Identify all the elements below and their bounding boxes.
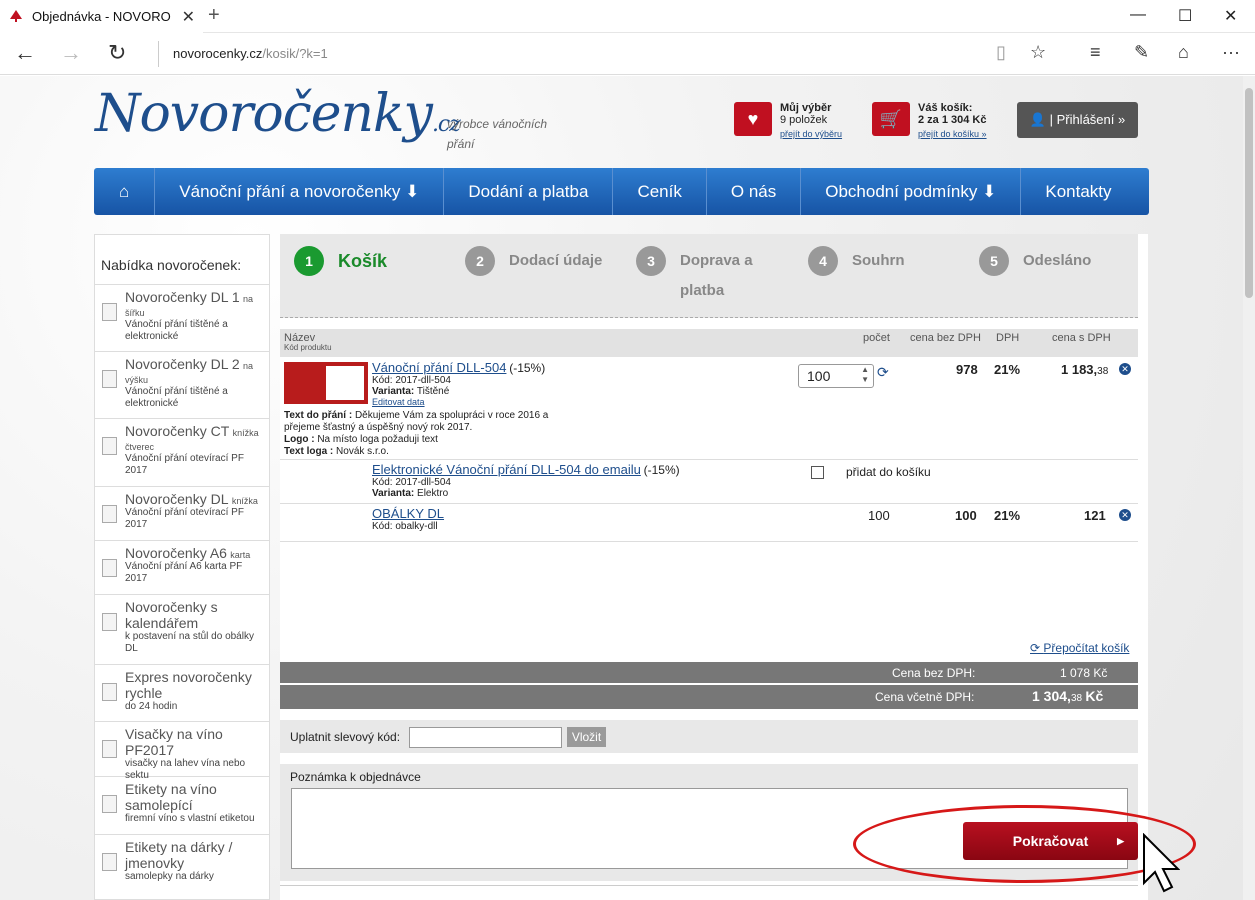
sidebar-item[interactable]: Visačky na víno PF2017 visačky na lahev v… [95,722,269,781]
table-header: Název Kód produktu počet cena bez DPH DP… [280,329,1138,357]
forward-icon[interactable]: → [60,42,82,64]
product-thumb-icon [102,437,117,455]
total-gross-row: Cena včetně DPH: 1 304,38 Kč [280,685,1138,709]
menu-item-delivery[interactable]: Dodání a platba [444,168,614,215]
total-net-row: Cena bez DPH: 1 078 Kč [280,662,1138,683]
menu-item-contacts[interactable]: Kontakty [1021,168,1135,215]
table-row: Vánoční přání DLL-504 (-15%) Kód: 2017-d… [280,358,1138,460]
step-shipping-payment[interactable]: 3 Doprava a platba [636,246,770,306]
cart-main: 1 Košík 2 Dodací údaje 3 Doprava a platba 4… [280,234,1148,900]
tree-favicon-icon [10,9,22,24]
sidebar-item[interactable]: Novoročenky s kalendářem k postavení na s… [95,595,269,665]
menu-item-terms[interactable]: Obchodní podmínky ⬇ [801,168,1022,215]
more-icon[interactable]: ··· [1222,42,1240,63]
reading-view-icon[interactable]: ▯ [996,42,1006,63]
home-icon[interactable]: ⌂ [94,168,156,215]
product-link[interactable]: Vánoční přání DLL-504 [372,360,506,375]
refresh-icon[interactable]: ↻ [108,42,126,64]
maximize-icon[interactable]: ☐ [1178,6,1192,26]
coupon-section: Uplatnit slevový kód: Vložit [280,720,1138,753]
product-thumb-icon [102,740,117,758]
product-thumb-icon [102,795,117,813]
scrollbar-thumb[interactable] [1245,88,1253,298]
refresh-item-icon[interactable]: ⟳ [877,364,889,381]
web-note-icon[interactable]: ✎ [1134,42,1149,63]
product-thumb-icon [102,505,117,523]
edit-data-link[interactable]: Editovat data [372,397,425,407]
menu-item-about[interactable]: O nás [707,168,802,215]
step-sent[interactable]: 5 Odesláno [979,246,1091,276]
remove-item-icon[interactable]: ✕ [1119,509,1131,521]
product-thumb-icon [102,559,117,577]
step-summary[interactable]: 4 Souhrn [808,246,905,276]
my-selection[interactable]: ♥ Můj výběr 9 položek přejít do výběru [734,102,842,140]
product-thumb-icon [102,853,117,871]
cart-icon: 🛒 [872,102,910,136]
tab-bar: Objednávka - NOVORO ✕ + — ☐ ✕ [0,0,1255,33]
menu-item-cards[interactable]: Vánoční přání a novoročenky ⬇ [155,168,445,215]
address-bar: ← → ↻ novorocenky.cz/kosik/?k=1 ▯ ☆ ≡ ✎ … [0,33,1255,75]
cart-summary[interactable]: 🛒 Váš košík: 2 za 1 304 Kč přejít do koš… [872,102,987,140]
product-link[interactable]: Elektronické Vánoční přání DLL-504 do em… [372,462,641,477]
checkout-steps: 1 Košík 2 Dodací údaje 3 Doprava a platba 4… [280,234,1138,318]
recalculate-cart-link[interactable]: ⟳ Přepočítat košík [1030,641,1129,655]
product-thumb-icon [102,303,117,321]
remove-item-icon[interactable]: ✕ [1119,363,1131,375]
favorite-star-icon[interactable]: ☆ [1030,42,1046,63]
sidebar-item[interactable]: Etikety na víno samolepící firemní víno s… [95,777,269,835]
quantity-stepper[interactable]: 100 ▲ ▼ [798,364,874,388]
scrollbar[interactable] [1243,76,1255,900]
product-link[interactable]: OBÁLKY DL [372,506,444,521]
share-icon[interactable]: ⌂ [1178,42,1189,63]
menu-item-pricelist[interactable]: Ceník [613,168,707,215]
sidebar-item[interactable]: Expres novoročenky rychle do 24 hodin [95,665,269,722]
mouse-pointer-icon [1142,832,1181,898]
page-content: Novoročenky.cz výrobce vánočních přání ♥… [0,76,1243,900]
heart-icon: ♥ [734,102,772,136]
site-logo[interactable]: Novoročenky.cz [95,84,461,144]
product-thumb-icon [102,613,117,631]
step-cart[interactable]: 1 Košík [294,246,387,276]
apply-coupon-button[interactable]: Vložit [567,727,606,747]
new-tab-icon[interactable]: + [208,4,220,27]
sidebar-item[interactable]: Novoročenky DL 1 na šířku Vánoční přání t… [95,285,269,352]
cart-link[interactable]: přejít do košíku » [918,129,987,139]
sidebar-item[interactable]: Novoročenky DL 2 na výšku Vánoční přání t… [95,352,269,419]
tab-title: Objednávka - NOVORO [32,9,171,24]
product-image [284,362,368,404]
hub-icon[interactable]: ≡ [1090,42,1101,63]
minimize-icon[interactable]: — [1130,6,1146,24]
sidebar-item[interactable]: Novoročenky A6 karta Vánoční přání A6 kar… [95,541,269,595]
add-to-cart-checkbox[interactable] [811,466,824,479]
sidebar: Nabídka novoročenek: Novoročenky DL 1 na… [94,234,270,900]
browser-tab[interactable]: Objednávka - NOVORO ✕ [0,0,203,33]
product-thumb-icon [102,683,117,701]
close-window-icon[interactable]: ✕ [1224,6,1237,26]
item-details: Text do přání : Děkujeme Vám za spoluprá… [284,410,549,457]
table-row: Elektronické Vánoční přání DLL-504 do em… [280,460,1138,504]
user-icon: 👤 | [1029,112,1057,127]
back-icon[interactable]: ← [14,42,36,64]
sidebar-item[interactable]: Novoročenky DL knížka Vánoční přání oteví… [95,487,269,541]
sidebar-item[interactable]: Novoročenky CT knížka čtverec Vánoční přá… [95,419,269,487]
main-menu: ⌂ Vánoční přání a novoročenky ⬇ Dodání a… [94,168,1149,215]
login-button[interactable]: 👤 | Přihlášení » [1017,102,1138,138]
tagline: výrobce vánočních přání [447,117,548,151]
url-field[interactable]: novorocenky.cz/kosik/?k=1 [158,41,328,67]
sidebar-title: Nabídka novoročenek: [95,235,269,285]
table-row: OBÁLKY DL Kód: obalky-dll 100 100 21% 12… [280,504,1138,542]
sidebar-item[interactable]: Etikety na dárky / jmenovky samolepky na … [95,835,269,893]
coupon-input[interactable] [409,727,562,748]
product-thumb-icon [102,370,117,388]
close-tab-icon[interactable]: ✕ [182,7,195,27]
my-selection-link[interactable]: přejít do výběru [780,129,842,139]
step-delivery-details[interactable]: 2 Dodací údaje [465,246,602,276]
